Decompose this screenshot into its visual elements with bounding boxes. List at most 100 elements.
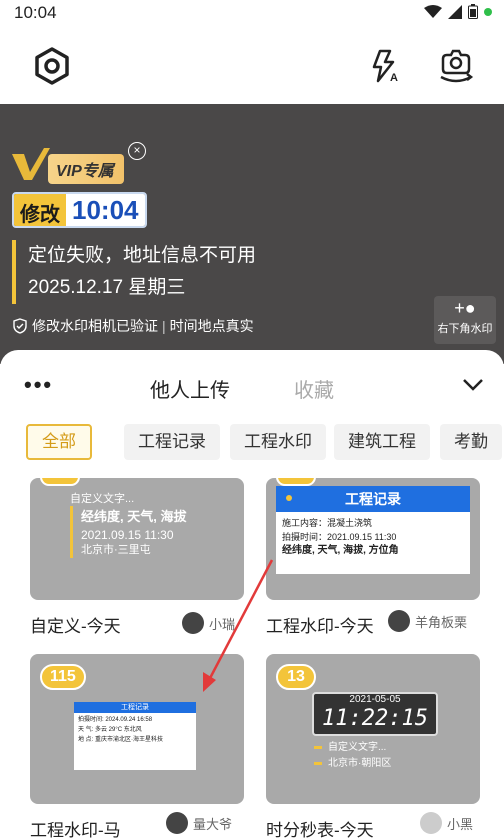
time-edit-badge[interactable]: 修改 10:04 [12,192,147,228]
verify-divider: | [162,318,166,334]
avatar [182,612,204,634]
tab-others-upload[interactable]: 他人上传 [150,374,230,403]
thumb-title: 工程记录 [74,702,196,713]
settings-button[interactable] [26,40,78,92]
card-badge: 115 [40,664,86,690]
thumb-rows: 拍摄时间: 2024.09.24 16:58 天 气: 多云 29°C 东北风 … [74,713,196,747]
thumb-text: 自定义文字... [70,493,135,505]
thumb-block: 经纬度, 天气, 海拔 2021.09.15 11:30 北京市·三里屯 [70,506,186,558]
thumb-lines: 自定义文字... 北京市·朝阳区 [314,740,391,772]
status-time: 10:04 [14,3,57,22]
card-author[interactable]: 量大爷 [166,812,232,834]
flash-auto-icon: A [372,49,398,84]
author-name: 羊角板栗 [415,614,468,630]
battery-icon [468,4,478,19]
thumb-text: 2021.09.15 11:30 [81,528,174,542]
corner-watermark-label: 右下角水印 [437,323,493,335]
status-icons [424,4,492,19]
svg-text:A: A [390,72,398,84]
card-badge [40,478,80,486]
vip-label: VIP专属 [48,154,124,184]
thumb-row: 北京市·朝阳区 [314,756,391,772]
thumb-row: 拍摄时间: 2024.09.24 16:58 [78,715,192,725]
notification-dot-icon [484,7,492,16]
shield-check-icon [13,318,27,334]
watermark-card[interactable]: 工程记录 施工内容：混凝土浇筑 拍摄时间：2021.09.15 11:30 经纬… [266,478,480,600]
time-edit-label: 修改 [14,194,66,226]
verify-line: 修改水印相机已验证 | 时间地点真实 [12,316,254,336]
thumb-value: 2024.09.24 16:58 [105,717,153,723]
thumb-value: 重庆市渝北区·海王星科技 [95,737,164,743]
thumb-clock: 11:22:15 [322,706,428,731]
signal-icon [448,4,462,19]
thumb-text: 施工内容：混凝土浇筑 [282,518,373,528]
thumb-text: 经纬度, 天气, 海拔 [81,509,187,524]
chip-engineering-record[interactable]: 工程记录 [124,424,220,460]
watermark-info[interactable]: 定位失败，地址信息不可用 2025.12.17 星期三 [12,240,256,304]
author-name: 量大爷 [193,816,233,832]
wifi-icon [424,4,442,18]
date-line: 2025.12.17 星期三 [28,277,186,298]
thumb-date: 2021-05-05 [349,694,401,705]
avatar [420,812,442,834]
chip-engineering-watermark[interactable]: 工程水印 [230,424,326,460]
card-caption[interactable]: 工程水印-马 [30,816,121,838]
sheet-header: ••• 他人上传 收藏 [0,350,504,420]
category-chips: 全部 工程记录 工程水印 建筑工程 考勤 [0,424,504,464]
chip-all[interactable]: 全部 [26,424,92,460]
switch-camera-button[interactable] [430,40,482,92]
time-edit-clock: 10:04 [66,194,145,226]
card-author[interactable]: 小黑 [420,812,473,834]
thumb-key: 地 点: [78,737,94,743]
thumb-text: 北京市·三里屯 [81,544,151,556]
watermark-card[interactable]: 115 工程记录 拍摄时间: 2024.09.24 16:58 天 气: 多云 … [30,654,244,804]
card-caption[interactable]: 自定义-今天 [30,612,121,637]
verify-text-2: 时间地点真实 [169,318,254,334]
thumb-text: 经纬度, 天气, 海拔, 方位角 [282,545,399,556]
plus-dot-icon: +● [454,298,476,318]
location-line: 定位失败，地址信息不可用 [28,245,257,266]
author-name: 小黑 [447,816,474,832]
dot-icon [286,495,292,501]
chip-construction[interactable]: 建筑工程 [334,424,430,460]
chevron-down-icon[interactable] [460,372,486,398]
flash-button[interactable]: A [358,40,410,92]
bullet-icon [314,761,322,765]
chip-attendance[interactable]: 考勤 [440,424,502,460]
thumb-rows: 施工内容：混凝土浇筑 拍摄时间：2021.09.15 11:30 经纬度, 天气… [276,512,470,562]
thumb-row: 自定义文字... [314,740,391,756]
verify-text: 修改水印相机已验证 [32,318,158,334]
hexagon-settings-icon [35,47,69,85]
camera-toolbar: A [0,28,504,104]
vip-close-button[interactable]: × [128,142,146,160]
thumb-row: 天 气: 多云 29°C 东北风 [78,725,192,735]
tab-favorites[interactable]: 收藏 [294,374,334,403]
thumb-panel: 工程记录 拍摄时间: 2024.09.24 16:58 天 气: 多云 29°C… [74,702,196,770]
thumb-text: 北京市·朝阳区 [328,758,392,769]
watermark-card[interactable]: 13 2021-05-05 11:22:15 自定义文字... 北京市·朝阳区 [266,654,480,804]
thumb-title: 工程记录 [276,486,470,512]
card-badge [276,478,316,486]
thumb-key: 天 气: [78,727,94,733]
thumb-text: 拍摄时间：2021.09.15 11:30 [282,532,397,542]
author-name: 小瑞 [209,616,236,632]
thumb-row: 地 点: 重庆市渝北区·海王星科技 [78,735,192,745]
thumb-clock-panel: 2021-05-05 11:22:15 [312,692,438,736]
switch-camera-icon [440,49,474,83]
thumb-text: 自定义文字... [328,742,387,753]
corner-watermark-button[interactable]: +● 右下角水印 [434,296,496,344]
status-bar: 10:04 [0,0,504,28]
card-caption[interactable]: 工程水印-今天 [266,612,374,637]
thumb-value: 多云 29°C 东北风 [95,727,142,733]
thumb-key: 拍摄时间: [78,717,104,723]
thumb-panel: 工程记录 施工内容：混凝土浇筑 拍摄时间：2021.09.15 11:30 经纬… [276,486,470,574]
more-button[interactable]: ••• [24,372,53,398]
card-author[interactable]: 小瑞 [182,612,235,634]
avatar [166,812,188,834]
thumb-title-text: 工程记录 [345,491,401,507]
card-author[interactable]: 羊角板栗 [388,610,467,632]
bullet-icon [314,745,322,749]
watermark-card[interactable]: 自定义文字... 经纬度, 天气, 海拔 2021.09.15 11:30 北京… [30,478,244,600]
card-badge: 13 [276,664,316,690]
card-caption[interactable]: 时分秒表-今天 [266,816,374,838]
